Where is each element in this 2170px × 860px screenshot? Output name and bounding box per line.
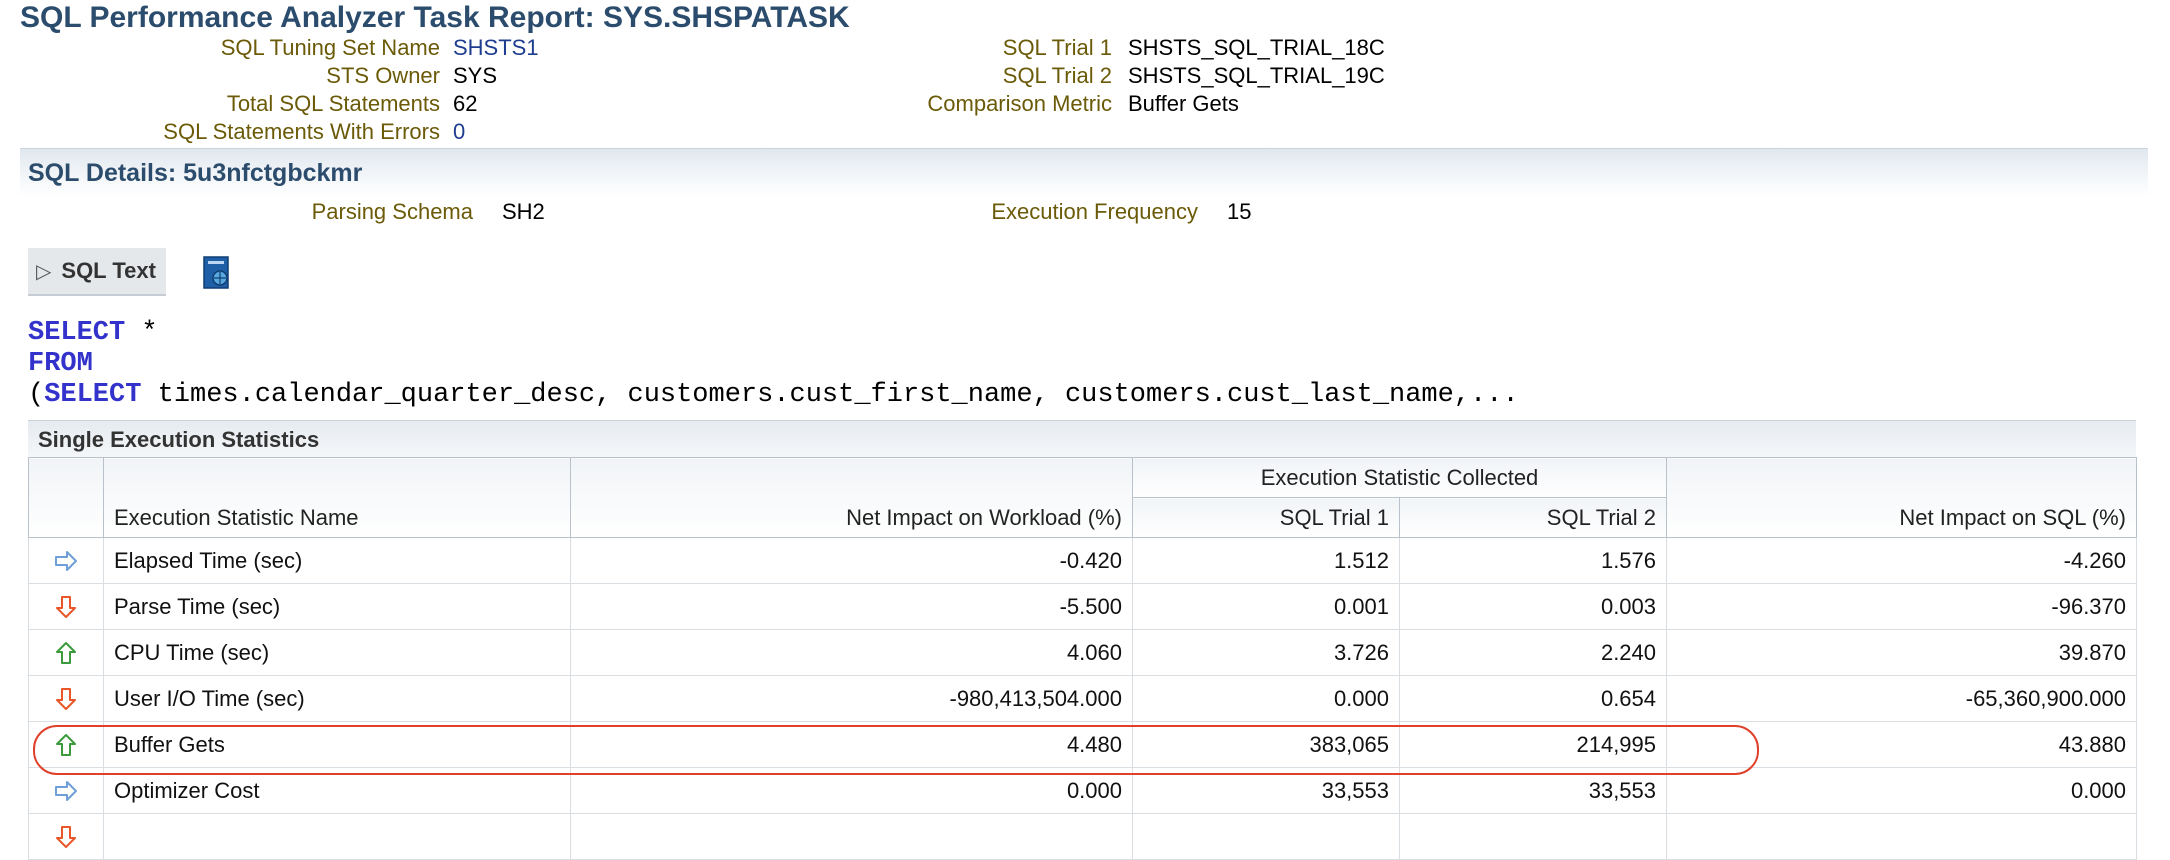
sql-text-toggle-label: SQL Text: [61, 258, 156, 283]
sts-name-label: SQL Tuning Set Name: [220, 35, 440, 60]
table-row: [28, 813, 2138, 860]
sql-impact-cell: -96.370: [1666, 583, 2138, 630]
trial1-cell: 383,065: [1132, 721, 1400, 768]
sts-owner-value: SYS: [453, 63, 498, 88]
sts-owner-label: STS Owner: [326, 63, 440, 88]
sql-impact-cell: [1666, 813, 2138, 860]
total-sql-label: Total SQL Statements: [226, 91, 440, 116]
workload-impact-cell: -980,413,504.000: [570, 675, 1133, 722]
trial1-cell: [1132, 813, 1400, 860]
sql-code-text: (: [28, 380, 45, 410]
trial1-cell: 3.726: [1132, 629, 1400, 676]
trial1-value: SHSTS_SQL_TRIAL_18C: [1128, 35, 1385, 60]
sql-impact-cell: -4.260: [1666, 537, 2138, 584]
workload-impact-header: Net Impact on Workload (%): [570, 457, 1133, 538]
sql-keyword: SELECT: [28, 318, 126, 348]
arrow-right-icon: [28, 537, 104, 584]
workload-impact-cell: 4.060: [570, 629, 1133, 676]
stat-name-cell: Elapsed Time (sec): [103, 537, 571, 584]
comparison-metric-value: Buffer Gets: [1128, 91, 1239, 116]
disclosure-triangle-icon: ▷: [36, 260, 52, 283]
icon-column-header: [28, 457, 104, 538]
arrow-down-icon: [28, 675, 104, 722]
stat-name-cell: [103, 813, 571, 860]
workload-impact-cell: [570, 813, 1133, 860]
comparison-metric-label: Comparison Metric: [927, 91, 1112, 116]
stat-name-header: Execution Statistic Name: [103, 457, 571, 538]
trial2-value: SHSTS_SQL_TRIAL_19C: [1128, 63, 1385, 88]
trial2-cell: 1.576: [1398, 537, 1668, 584]
stat-name-cell: Optimizer Cost: [103, 767, 571, 814]
trial1-cell: 0.001: [1132, 583, 1400, 630]
exec-frequency-label: Execution Frequency: [991, 199, 1198, 224]
parsing-schema-label: Parsing Schema: [311, 199, 473, 224]
trial2-cell: [1398, 813, 1668, 860]
arrow-up-icon: [28, 721, 104, 768]
stat-name-cell: User I/O Time (sec): [103, 675, 571, 722]
sql-code-line-1: SELECT *: [28, 318, 158, 349]
trial2-cell: 2.240: [1398, 629, 1668, 676]
trial2-cell: 33,553: [1398, 767, 1668, 814]
sql-impact-cell: 43.880: [1666, 721, 2138, 768]
sts-name-link[interactable]: SHSTS1: [453, 34, 539, 62]
sql-impact-header: Net Impact on SQL (%): [1666, 457, 2138, 538]
errors-label: SQL Statements With Errors: [163, 119, 440, 144]
sql-keyword: SELECT: [44, 380, 142, 410]
sql-code-line-2: FROM: [28, 349, 93, 380]
table-row: CPU Time (sec) 4.060 3.726 2.240 39.870: [28, 629, 2138, 676]
sql-impact-cell: 0.000: [1666, 767, 2138, 814]
trial2-cell: 0.654: [1398, 675, 1668, 722]
arrow-down-icon: [28, 583, 104, 630]
single-execution-stats-title: Single Execution Statistics: [38, 427, 320, 452]
arrow-down-icon: [28, 813, 104, 860]
workload-impact-cell: -5.500: [570, 583, 1133, 630]
sql-code-text: *: [125, 318, 158, 348]
table-row: Elapsed Time (sec) -0.420 1.512 1.576 -4.260: [28, 537, 2138, 584]
report-document-icon[interactable]: [200, 254, 234, 292]
report-title: SQL Performance Analyzer Task Report: SY…: [20, 1, 850, 34]
trial2-label: SQL Trial 2: [1002, 63, 1112, 88]
sql-code-text: times.calendar_quarter_desc, customers.c…: [141, 380, 1519, 410]
sql-text-toggle[interactable]: ▷ SQL Text: [28, 248, 166, 296]
table-row: Optimizer Cost 0.000 33,553 33,553 0.000: [28, 767, 2138, 814]
trial1-header: SQL Trial 1: [1132, 497, 1400, 538]
trial1-cell: 33,553: [1132, 767, 1400, 814]
execution-statistic-collected-header: Execution Statistic Collected: [1131, 457, 1668, 498]
trial2-cell: 0.003: [1398, 583, 1668, 630]
trial1-label: SQL Trial 1: [1002, 35, 1112, 60]
parsing-schema-value: SH2: [502, 199, 545, 224]
sql-code-line-3: (SELECT times.calendar_quarter_desc, cus…: [28, 380, 1519, 411]
sql-keyword: FROM: [28, 349, 93, 379]
errors-link[interactable]: 0: [453, 118, 465, 146]
sql-impact-cell: -65,360,900.000: [1666, 675, 2138, 722]
total-sql-value: 62: [453, 91, 478, 116]
execution-statistics-table: Execution Statistic Name Net Impact on W…: [28, 457, 2138, 860]
workload-impact-cell: 0.000: [570, 767, 1133, 814]
trial1-cell: 0.000: [1132, 675, 1400, 722]
table-row: User I/O Time (sec) -980,413,504.000 0.000…: [28, 675, 2138, 722]
stat-name-cell: CPU Time (sec): [103, 629, 571, 676]
single-execution-stats-header: Single Execution Statistics: [28, 420, 2136, 459]
exec-frequency-value: 15: [1227, 199, 1252, 224]
trial1-cell: 1.512: [1132, 537, 1400, 584]
arrow-right-icon: [28, 767, 104, 814]
sql-impact-cell: 39.870: [1666, 629, 2138, 676]
stat-name-cell: Parse Time (sec): [103, 583, 571, 630]
table-row: Buffer Gets 4.480 383,065 214,995 43.880: [28, 721, 2138, 768]
workload-impact-cell: -0.420: [570, 537, 1133, 584]
arrow-up-icon: [28, 629, 104, 676]
table-row: Parse Time (sec) -5.500 0.001 0.003 -96.370: [28, 583, 2138, 630]
workload-impact-cell: 4.480: [570, 721, 1133, 768]
stat-name-cell: Buffer Gets: [103, 721, 571, 768]
sql-details-title: SQL Details: 5u3nfctgbckmr: [28, 159, 363, 187]
trial2-header: SQL Trial 2: [1398, 497, 1668, 538]
sql-details-header-bar: SQL Details: 5u3nfctgbckmr: [20, 148, 2148, 197]
trial2-cell: 214,995: [1398, 721, 1668, 768]
